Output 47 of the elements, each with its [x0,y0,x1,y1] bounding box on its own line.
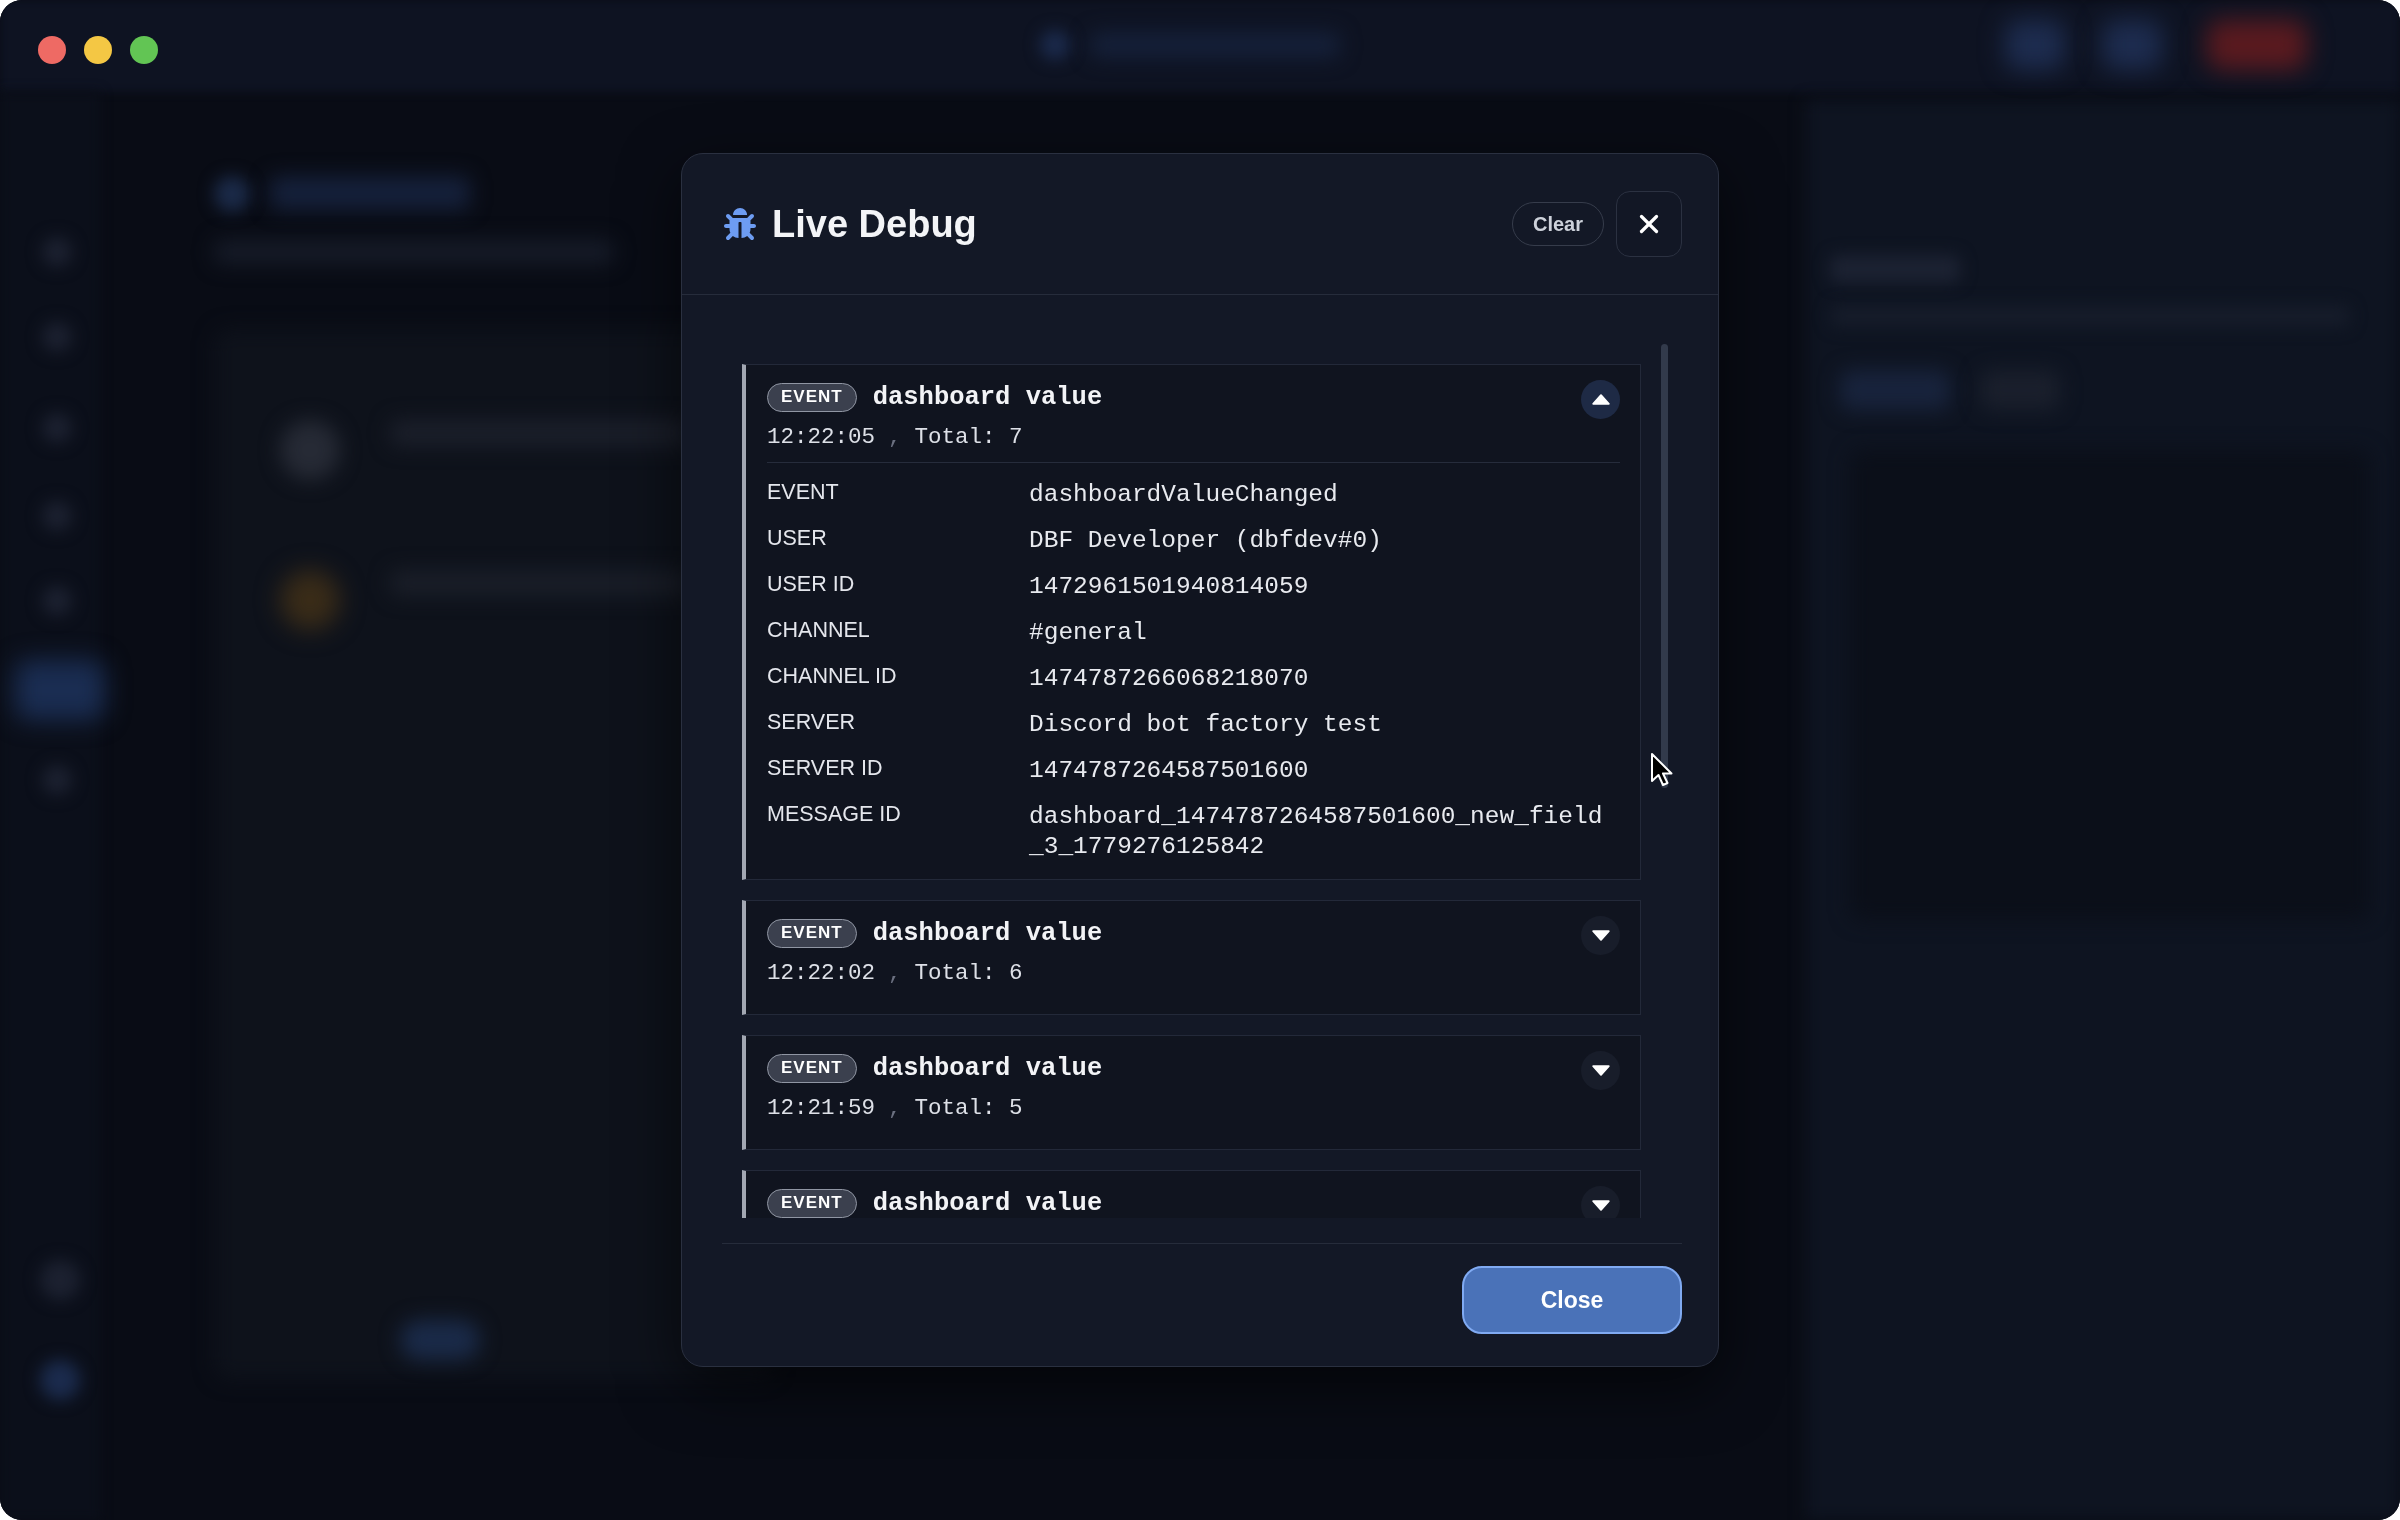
caret-down-icon [1591,930,1610,941]
event-total: Total: 6 [914,959,1023,988]
detail-value: 1472961501940814059 [1029,572,1310,602]
detail-label: SERVER [767,710,857,736]
expand-toggle[interactable] [1581,916,1620,955]
event-time: 12:22:05 [767,423,876,452]
event-name: dashboard value [872,918,1103,948]
event-badge: EVENT [767,1053,857,1083]
mouse-pointer-icon [1650,752,1674,788]
event-badge: EVENT [767,1188,857,1218]
caret-down-icon [1591,1065,1610,1076]
event-name: dashboard value [872,1053,1103,1083]
detail-label: MESSAGE ID [767,802,902,828]
expand-toggle[interactable] [1581,380,1620,419]
event-total: Total: 5 [914,1094,1023,1123]
caret-down-icon [1591,1200,1610,1211]
event-badge: EVENT [767,382,857,412]
bug-icon [724,208,756,240]
detail-label: SERVER ID [767,756,884,782]
detail-value: 1474787266068218070 [1029,664,1310,694]
scrollbar[interactable] [1661,344,1668,788]
event-total: Total: 7 [914,423,1023,452]
separator: , [888,423,902,452]
detail-value: dashboardValueChanged [1029,480,1339,510]
detail-value: Discord bot factory test [1029,710,1383,740]
detail-label: CHANNEL ID [767,664,898,690]
close-button[interactable] [1616,191,1682,257]
expand-toggle[interactable] [1581,1051,1620,1090]
expand-toggle[interactable] [1581,1186,1620,1218]
event-time: 12:21:59 [767,1094,876,1123]
close-button[interactable]: Close [1462,1266,1682,1334]
detail-label: EVENT [767,480,840,506]
caret-up-icon [1591,394,1610,405]
dialog-title: Live Debug [772,202,977,246]
event-time: 12:22:02 [767,959,876,988]
separator: , [888,1094,902,1123]
detail-value: DBF Developer (dbfdev#0) [1029,526,1383,556]
detail-label: USER ID [767,572,856,598]
detail-label: CHANNEL [767,618,871,644]
detail-label: USER [767,526,828,552]
event-name: dashboard value [872,1188,1103,1218]
detail-value: dashboard_1474787264587501600_new_field_3_1779276125842 [1029,802,1604,862]
detail-value: #general [1029,618,1148,648]
detail-value: 1474787264587501600 [1029,756,1310,786]
separator: , [888,959,902,988]
event-name: dashboard value [872,382,1103,412]
event-badge: EVENT [767,918,857,948]
